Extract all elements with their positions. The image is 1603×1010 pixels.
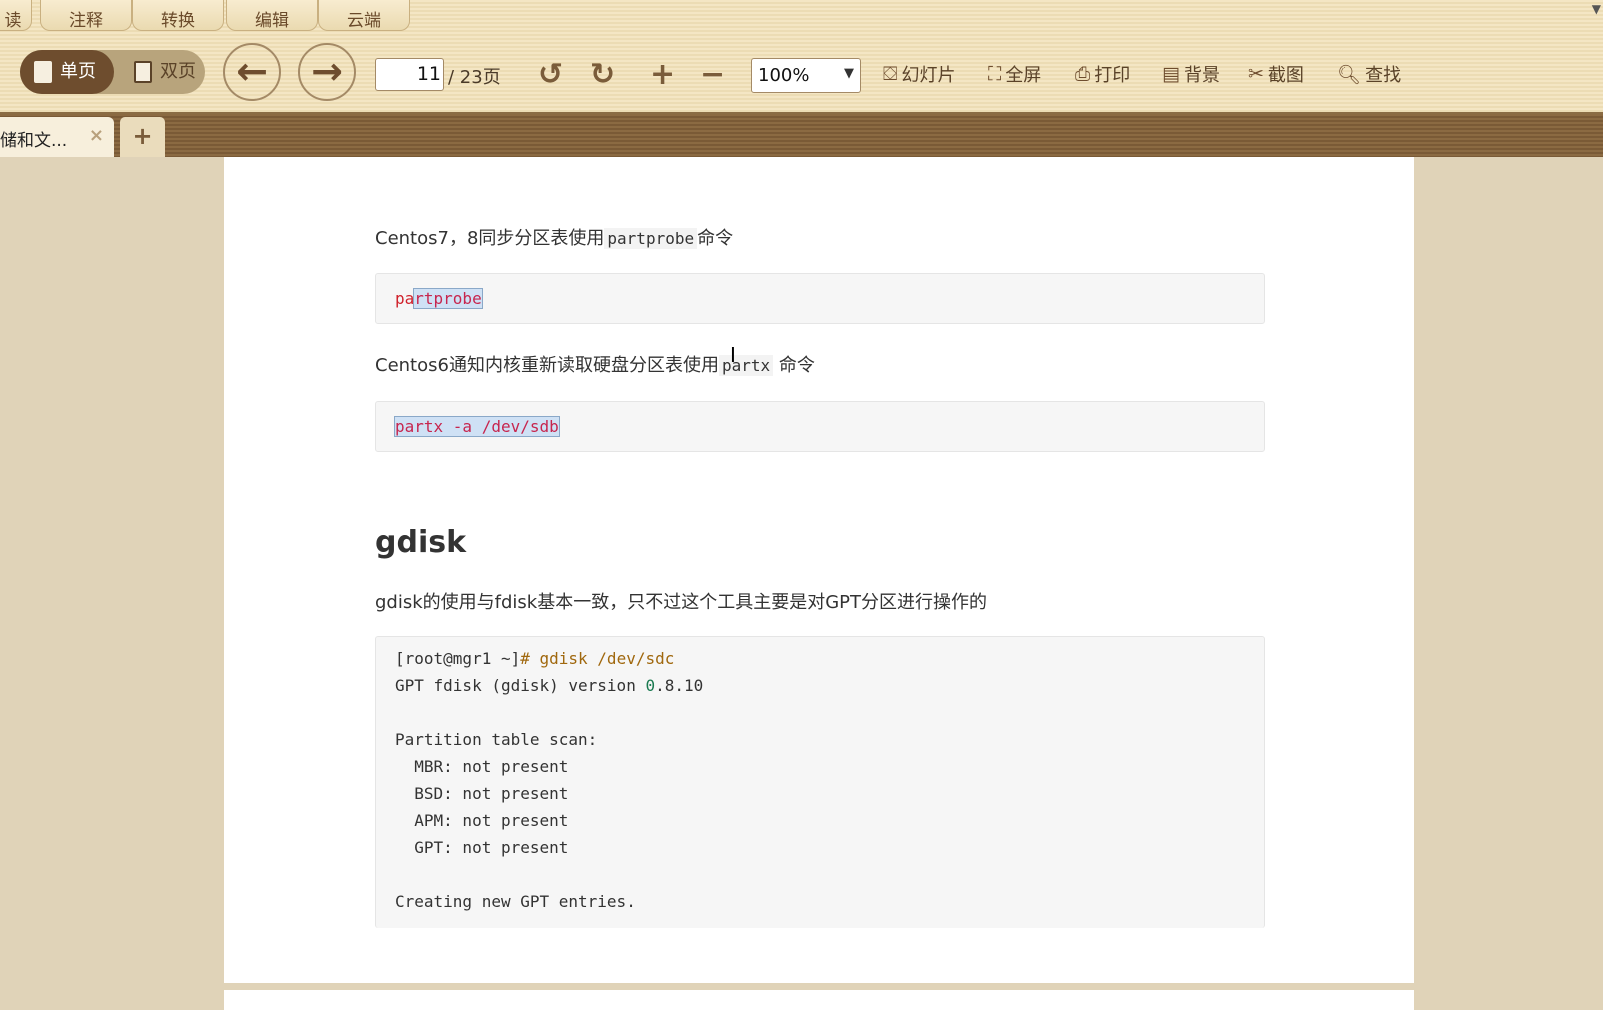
code-block-gdisk: [root@mgr1 ~]# gdisk /dev/sdc GPT fdisk … xyxy=(375,636,1265,928)
page-total: / 23页 xyxy=(448,67,501,88)
menu-tab-edit[interactable]: 编辑 xyxy=(226,0,318,31)
text-cursor-icon: I xyxy=(730,343,736,367)
arrow-right-icon: → xyxy=(311,49,343,93)
menu-tab-annotate[interactable]: 注释 xyxy=(40,0,132,31)
background-icon: ▤ xyxy=(1162,63,1180,85)
zoom-in-icon[interactable]: + xyxy=(650,57,675,92)
screenshot-button[interactable]: ✂ 截图 xyxy=(1248,61,1304,87)
document-tab-bar: 储和文... × + xyxy=(0,114,1603,157)
slideshow-icon: ⛋ xyxy=(883,63,898,85)
prev-page-button[interactable]: ← xyxy=(223,43,281,101)
fullscreen-button[interactable]: ⛶ 全屏 xyxy=(988,61,1041,87)
chevron-down-icon: ▼ xyxy=(844,66,854,81)
toolbar: 读 注释 转换 编辑 云端 ▼ 单页 双页 ← → 11 / 23页 ↺ ↻ +… xyxy=(0,0,1603,114)
view-mode-toggle: 单页 双页 xyxy=(20,50,205,94)
find-button[interactable]: 🔍︎ 查找 xyxy=(1337,61,1401,87)
single-page-icon xyxy=(34,61,52,83)
print-button[interactable]: ⎙ 打印 xyxy=(1075,61,1130,87)
menu-tab-read[interactable]: 读 xyxy=(0,0,32,31)
code-block-partx: partx -a /dev/sdb xyxy=(375,401,1265,452)
slideshow-button[interactable]: ⛋ 幻灯片 xyxy=(883,61,955,87)
menu-tab-cloud[interactable]: 云端 xyxy=(318,0,410,31)
close-icon[interactable]: × xyxy=(89,125,104,146)
fullscreen-icon: ⛶ xyxy=(988,63,1002,85)
zoom-select[interactable]: 100% ▼ xyxy=(751,58,861,93)
rotate-left-icon[interactable]: ↺ xyxy=(538,57,563,92)
rotate-right-icon[interactable]: ↻ xyxy=(590,57,615,92)
section-heading: gdisk xyxy=(375,525,467,560)
document-tab[interactable]: 储和文... × xyxy=(0,117,114,157)
single-page-button[interactable]: 单页 xyxy=(20,50,114,94)
double-page-icon xyxy=(134,61,152,83)
page-number-input[interactable]: 11 xyxy=(375,58,444,91)
search-icon: 🔍︎ xyxy=(1337,63,1362,86)
background-button[interactable]: ▤ 背景 xyxy=(1162,61,1220,87)
collapse-icon[interactable]: ▼ xyxy=(1592,2,1601,16)
next-page-button[interactable]: → xyxy=(298,43,356,101)
double-page-button[interactable]: 双页 xyxy=(120,50,205,94)
paragraph-centos7: Centos7，8同步分区表使用 partprobe 命令 xyxy=(375,228,734,249)
new-tab-button[interactable]: + xyxy=(120,117,165,157)
paragraph-gdisk: gdisk的使用与fdisk基本一致，只不过这个工具主要是对GPT分区进行操作的 xyxy=(375,592,988,613)
zoom-out-icon[interactable]: − xyxy=(700,57,725,92)
code-block-partprobe: partprobe xyxy=(375,273,1265,324)
menu-tab-convert[interactable]: 转换 xyxy=(132,0,224,31)
paragraph-centos6: Centos6通知内核重新读取硬盘分区表使用 partx 命令 xyxy=(375,355,815,376)
arrow-left-icon: ← xyxy=(236,49,268,93)
scissors-icon: ✂ xyxy=(1248,63,1264,85)
print-icon: ⎙ xyxy=(1075,63,1091,85)
next-document-page xyxy=(224,990,1414,1010)
